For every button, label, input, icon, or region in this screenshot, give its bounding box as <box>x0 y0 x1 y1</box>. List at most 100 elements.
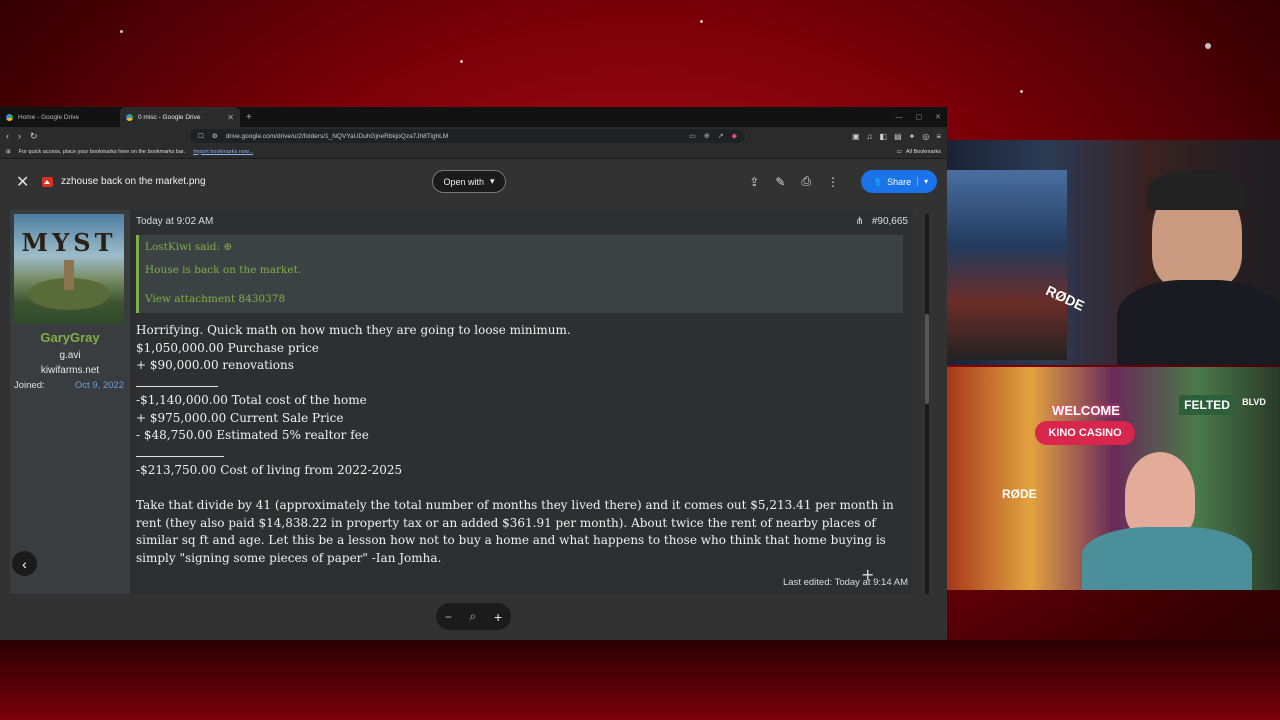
post-number: #90,665 <box>871 216 908 227</box>
share-caret-icon[interactable]: ▾ <box>917 177 928 186</box>
post-divider <box>136 445 903 463</box>
folder-icon: ▭ <box>896 149 902 155</box>
webcam-bottom: WELCOME KINO CASINO FELTED BLVD RØDE <box>947 367 1280 590</box>
zoom-controls: − ⌕ + <box>436 603 511 630</box>
back-icon[interactable]: ‹ <box>6 131 9 141</box>
extension-icon[interactable]: ◆ <box>732 132 737 140</box>
zoom-in-button[interactable]: + <box>494 609 502 625</box>
address-bar[interactable]: ☐ ⚙ drive.google.com/drive/u/2/folders/1… <box>190 129 745 143</box>
scrollbar-thumb[interactable] <box>925 314 929 404</box>
last-edited: Last edited: Today at 9:14 AM <box>783 577 908 588</box>
quote-attachment: View attachment 8430378 <box>145 293 286 305</box>
sidepanel-icon[interactable]: ◧ <box>880 132 888 141</box>
mic-brand-label: RØDE <box>1002 487 1037 501</box>
profile-icon[interactable]: ◎ <box>922 132 929 141</box>
extensions-puzzle-icon[interactable]: ✦ <box>909 132 916 141</box>
move-to-folder-icon[interactable]: ⇪ <box>749 175 759 189</box>
previous-file-button[interactable]: ‹ <box>12 551 37 576</box>
new-tab-icon[interactable]: + <box>240 112 258 123</box>
user-avatar: MYST <box>14 214 124 324</box>
username: GaryGray <box>40 330 100 345</box>
zoom-icon[interactable]: ⊕ <box>704 132 710 140</box>
media-icon[interactable]: ♫ <box>867 132 873 141</box>
tab-strip: Home - Google Drive 0 misc - Google Driv… <box>0 107 947 127</box>
print-icon[interactable]: ⎙ <box>801 174 811 189</box>
quote-author: LostKiwi said: ⊕ <box>145 241 233 253</box>
user-site: kiwifarms.net <box>40 365 100 376</box>
drive-file-viewer: ✕ zzhouse back on the market.png Open wi… <box>0 159 947 640</box>
blvd-sign: BLVD <box>1242 397 1266 407</box>
image-preview: MYST GaryGray g.avi kiwifarms.net Joined… <box>10 210 913 594</box>
import-bookmarks-link[interactable]: Import bookmarks now... <box>193 149 253 155</box>
drive-favicon-icon <box>126 113 133 121</box>
welcome-sign: WELCOME <box>1052 403 1120 418</box>
window-controls: — ▢ ✕ <box>896 107 942 127</box>
open-with-button[interactable]: Open with ▾ <box>432 170 506 193</box>
browser-window: Home - Google Drive 0 misc - Google Driv… <box>0 107 947 640</box>
viewer-scrollbar[interactable] <box>925 214 929 594</box>
cast-icon[interactable]: ▭ <box>689 132 696 140</box>
streamer-cap <box>1147 170 1247 210</box>
site-info-icon[interactable]: ⚙ <box>212 132 218 140</box>
bookmarks-bar: ⊞ For quick access, place your bookmarks… <box>0 145 947 159</box>
felted-sign: FELTED <box>1179 395 1235 415</box>
tab-title: Home - Google Drive <box>18 113 80 121</box>
post-line: - $48,750.00 Estimated 5% realtor fee <box>136 428 369 442</box>
bookmarks-prompt: For quick access, place your bookmarks h… <box>18 148 186 155</box>
reload-icon[interactable]: ↻ <box>30 131 38 142</box>
add-comment-icon[interactable]: ✎ <box>775 175 785 189</box>
post-content: Today at 9:02 AM ⋔ #90,665 LostKiwi said… <box>136 210 908 594</box>
share-button[interactable]: 👥 Share ▾ <box>861 170 937 193</box>
arcade-shelf <box>947 170 1067 360</box>
user-title: g.avi <box>59 350 81 361</box>
reading-list-icon[interactable]: ▤ <box>894 132 902 141</box>
drive-favicon-icon <box>6 113 13 121</box>
apps-grid-icon[interactable]: ⊞ <box>6 149 11 155</box>
viewer-actions: ⇪ ✎ ⎙ ⋮ 👥 Share ▾ <box>749 159 947 204</box>
background-bottom <box>0 640 1280 720</box>
kino-casino-sign: KINO CASINO <box>1035 421 1135 445</box>
webcam-top: RØDE <box>947 140 1280 365</box>
all-bookmarks-label: All Bookmarks <box>905 149 941 155</box>
post-paragraph: Take that divide by 41 (approximately th… <box>136 498 894 565</box>
tab-misc-drive[interactable]: 0 misc - Google Drive ✕ <box>120 107 240 127</box>
close-window-icon[interactable]: ✕ <box>935 113 941 121</box>
joined-date: Oct 9, 2022 <box>74 380 124 391</box>
quote-text: House is back on the market. <box>145 264 302 276</box>
post-line: -$213,750.00 Cost of living from 2022-20… <box>136 463 403 477</box>
open-with-label: Open with <box>443 176 484 187</box>
all-bookmarks-button[interactable]: ▭ All Bookmarks <box>897 145 941 159</box>
joined-label: Joined: <box>14 380 45 391</box>
avatar-text: MYST <box>21 228 117 257</box>
menu-icon[interactable]: ≡ <box>936 132 941 141</box>
tab-search-icon[interactable]: ▣ <box>852 132 860 141</box>
close-viewer-icon[interactable]: ✕ <box>16 172 36 192</box>
post-timestamp: Today at 9:02 AM <box>136 216 214 227</box>
chevron-down-icon: ▾ <box>490 176 495 186</box>
image-file-icon <box>42 176 53 187</box>
post-line: + $90,000.00 renovations <box>136 358 294 372</box>
bookmark-page-icon[interactable]: ☐ <box>198 132 204 140</box>
post-meta: ⋔ #90,665 <box>855 216 908 227</box>
share-page-icon[interactable]: ↗ <box>718 132 724 140</box>
maximize-icon[interactable]: ▢ <box>916 113 923 121</box>
guest-shirt <box>1082 527 1252 590</box>
tab-title: 0 misc - Google Drive <box>138 113 201 121</box>
file-name: zzhouse back on the market.png <box>61 176 206 187</box>
forward-icon[interactable]: › <box>18 131 21 141</box>
extension-icons: ▣ ♫ ◧ ▤ ✦ ◎ ≡ <box>852 127 941 145</box>
zoom-out-button[interactable]: − <box>445 610 452 624</box>
avatar-tower <box>64 260 74 290</box>
tab-home-drive[interactable]: Home - Google Drive <box>0 107 120 127</box>
more-options-icon[interactable]: ⋮ <box>827 175 839 189</box>
post-line: -$1,140,000.00 Total cost of the home <box>136 393 367 407</box>
close-tab-icon[interactable]: ✕ <box>227 113 234 122</box>
share-post-icon: ⋔ <box>855 216 864 227</box>
minimize-icon[interactable]: — <box>896 114 903 121</box>
joined-row: Joined: Oct 9, 2022 <box>14 380 124 391</box>
quote-block: LostKiwi said: ⊕ House is back on the ma… <box>136 235 903 313</box>
post-line: + $975,000.00 Current Sale Price <box>136 410 344 425</box>
streamer-shirt <box>1117 280 1280 365</box>
share-people-icon: 👥 <box>869 176 882 186</box>
crosshair-cursor-icon: + <box>861 565 875 584</box>
